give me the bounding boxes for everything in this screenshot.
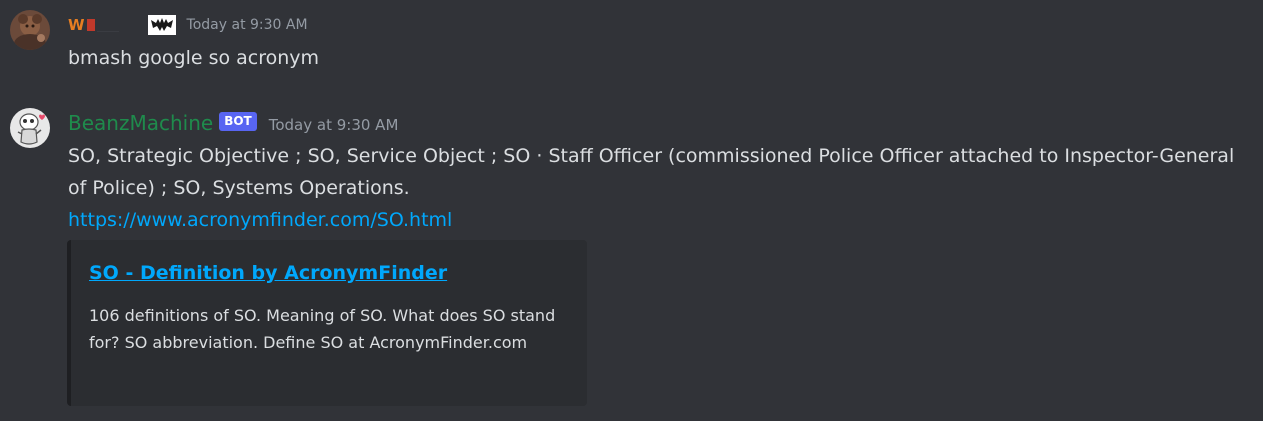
bot-username[interactable]: BeanzMachine (68, 111, 213, 135)
bat-emblem-icon[interactable] (147, 14, 177, 36)
username[interactable]: W (68, 15, 141, 35)
chat-messages: W Today at 9:30 AM bmash google so acron… (0, 0, 1263, 421)
username-redacted (86, 19, 95, 31)
bot-tag: BOT (219, 111, 257, 131)
message-content: SO, Strategic Objective ; SO, Service Ob… (68, 140, 1253, 236)
link-embed: SO - Definition by AcronymFinder 106 def… (67, 240, 587, 406)
message-header: W Today at 9:30 AM (68, 13, 308, 37)
username-redacted (120, 19, 141, 31)
message-text: SO, Strategic Objective ; SO, Service Ob… (68, 145, 1235, 199)
message-header: BeanzMachine BOT Today at 9:30 AM (68, 110, 398, 136)
username-visible[interactable]: W (68, 16, 85, 34)
message-content: bmash google so acronym (68, 47, 320, 69)
user-avatar[interactable] (10, 10, 50, 50)
message-timestamp[interactable]: Today at 9:30 AM (187, 17, 308, 33)
embed-description: 106 definitions of SO. Meaning of SO. Wh… (89, 306, 556, 352)
message-timestamp[interactable]: Today at 9:30 AM (269, 116, 399, 134)
username-redacted (96, 18, 119, 32)
embed-title[interactable]: SO - Definition by AcronymFinder (89, 262, 447, 284)
message-link[interactable]: https://www.acronymfinder.com/SO.html (68, 204, 452, 236)
bot-avatar[interactable] (10, 108, 50, 148)
